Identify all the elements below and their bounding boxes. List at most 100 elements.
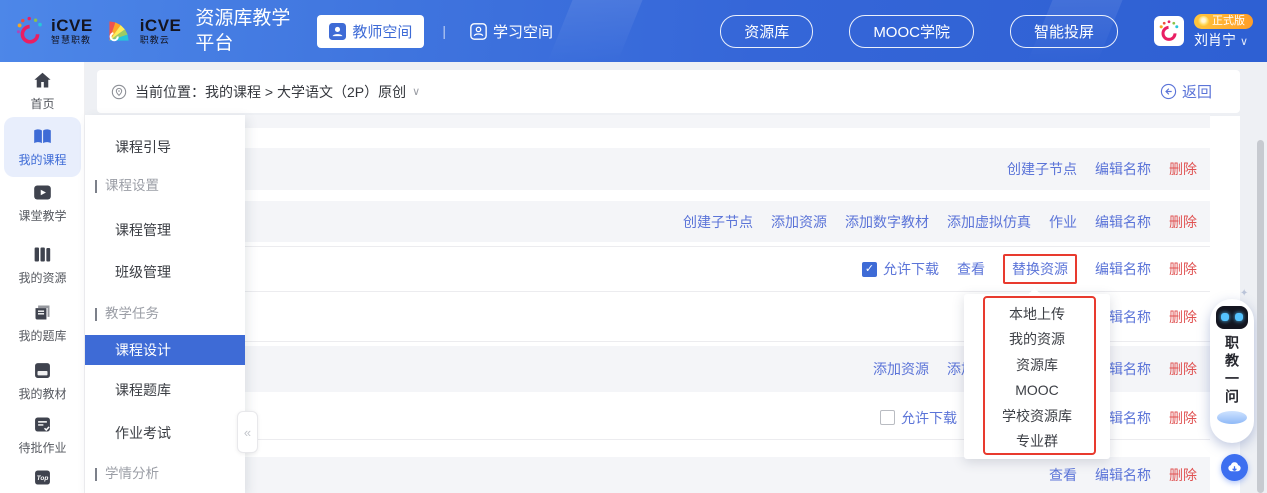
menu-item-课程题库[interactable]: 课程题库: [85, 380, 245, 400]
action-label: 作业: [1049, 212, 1077, 232]
action-link-编辑名称[interactable]: 编辑名称: [1095, 212, 1151, 232]
menu-item-课程引导[interactable]: 课程引导: [85, 137, 245, 157]
action-label: 添加资源: [873, 359, 929, 379]
action-link-添加数字教材[interactable]: 添加数字教材: [845, 212, 929, 232]
sidebar-item-我的资源[interactable]: 我的资源: [0, 244, 85, 286]
secondary-menu: 课程引导课程设置课程管理班级管理教学任务课程设计课程题库作业考试学情分析: [85, 115, 245, 493]
logo-subtitle: 智慧职教: [51, 36, 93, 45]
study-space-button[interactable]: 学习空间: [464, 20, 559, 43]
primary-sidebar: 首页我的课程课堂教学我的资源我的题库我的教材待批作业 Top待批考试: [0, 62, 85, 493]
sidebar-item-课堂教学[interactable]: 课堂教学: [0, 182, 85, 224]
avatar[interactable]: [1154, 16, 1184, 46]
table-row: ✓ 允许下载查看 替换资源 编辑名称删除: [97, 246, 1210, 292]
breadcrumb-path[interactable]: 我的课程 > 大学语文（2P）原创: [205, 82, 406, 102]
checkbox-unchecked[interactable]: [880, 410, 895, 425]
action-link-创建子节点[interactable]: 创建子节点: [683, 212, 753, 232]
action-label: 创建子节点: [683, 212, 753, 232]
textbook-icon: [32, 360, 53, 381]
back-button[interactable]: 返回: [1154, 80, 1218, 103]
action-label: 允许下载: [901, 408, 957, 428]
medal-icon: [1198, 16, 1209, 27]
sidebar-item-首页[interactable]: 首页: [0, 70, 85, 112]
action-link-查看[interactable]: 查看: [957, 259, 985, 279]
dropdown-item-MOOC[interactable]: MOOC: [964, 378, 1110, 404]
download-button[interactable]: [1221, 454, 1248, 481]
menu-section-教学任务: 教学任务: [95, 304, 159, 324]
sidebar-item-label: 待批作业: [18, 439, 66, 456]
dropdown-item-本地上传[interactable]: 本地上传: [964, 301, 1110, 327]
collapse-menu-button[interactable]: «: [237, 411, 258, 453]
header-decoration: [547, 0, 642, 62]
action-label: 允许下载: [883, 259, 939, 279]
action-link-编辑名称[interactable]: 编辑名称: [1095, 465, 1151, 485]
table-row: 创建子节点添加资源添加数字教材添加虚拟仿真作业编辑名称删除: [97, 201, 1210, 242]
row-actions: 创建子节点编辑名称删除: [1007, 148, 1210, 190]
delete-link[interactable]: 删除: [1169, 408, 1197, 428]
user-menu[interactable]: 刘肖宁∨: [1194, 33, 1248, 48]
home-icon: [32, 70, 53, 91]
header-pill-资源库[interactable]: 资源库: [720, 15, 813, 48]
delete-link[interactable]: 删除: [1169, 307, 1197, 327]
section-bar-icon: [95, 180, 97, 193]
svg-text:Top: Top: [37, 475, 49, 482]
checkbox-checked[interactable]: ✓: [862, 262, 877, 277]
shell-logo-icon: [103, 15, 135, 47]
breadcrumb-bar: 当前位置： 我的课程 > 大学语文（2P）原创 ∨ 返回: [97, 70, 1240, 113]
action-link-添加资源[interactable]: 添加资源: [771, 212, 827, 232]
menu-item-作业考试[interactable]: 作业考试: [85, 423, 245, 443]
delete-link[interactable]: 删除: [1169, 259, 1197, 279]
assistant-label: 职教一问: [1222, 335, 1242, 407]
header-pill-MOOC学院[interactable]: MOOC学院: [849, 15, 974, 48]
delete-link[interactable]: 删除: [1169, 359, 1197, 379]
sidebar-item-label: 首页: [30, 95, 54, 112]
menu-item-课程设计[interactable]: 课程设计: [85, 335, 245, 365]
menu-item-课程管理[interactable]: 课程管理: [85, 220, 245, 240]
action-label: 查看: [1049, 465, 1077, 485]
action-link-创建子节点[interactable]: 创建子节点: [1007, 159, 1077, 179]
replace-resource-dropdown: 本地上传我的资源资源库MOOC学校资源库专业群: [964, 294, 1110, 459]
teacher-space-button[interactable]: 教师空间: [317, 15, 424, 48]
sidebar-item-label: 我的题库: [18, 327, 66, 344]
my-courses-icon: [32, 126, 53, 147]
action-link-编辑名称[interactable]: 编辑名称: [1095, 159, 1151, 179]
chevron-down-icon[interactable]: ∨: [412, 85, 420, 98]
action-link-查看[interactable]: 查看: [1049, 465, 1077, 485]
sidebar-item-我的教材[interactable]: 我的教材: [0, 360, 85, 402]
sidebar-item-我的课程[interactable]: 我的课程: [0, 126, 85, 168]
dropdown-item-学校资源库[interactable]: 学校资源库: [964, 403, 1110, 429]
dropdown-item-资源库[interactable]: 资源库: [964, 352, 1110, 378]
action-label: 删除: [1169, 359, 1197, 379]
action-link-允许下载[interactable]: 允许下载: [880, 408, 957, 428]
action-link-允许下载[interactable]: ✓ 允许下载: [862, 259, 939, 279]
action-link-替换资源[interactable]: 替换资源: [1003, 254, 1077, 284]
table-row: 查看编辑名称删除: [97, 457, 1210, 493]
scrollbar[interactable]: [1257, 140, 1264, 493]
delete-link[interactable]: 删除: [1169, 465, 1197, 485]
header-pill-智能投屏[interactable]: 智能投屏: [1010, 15, 1118, 48]
sidebar-item-待批考试[interactable]: Top待批考试: [0, 467, 85, 493]
table-row: 创建子节点编辑名称删除: [97, 148, 1210, 190]
action-link-作业[interactable]: 作业: [1049, 212, 1077, 232]
sidebar-item-我的题库[interactable]: 我的题库: [0, 302, 85, 344]
delete-link[interactable]: 删除: [1169, 212, 1197, 232]
delete-link[interactable]: 删除: [1169, 159, 1197, 179]
version-badge: 正式版: [1194, 14, 1253, 29]
dropdown-item-专业群[interactable]: 专业群: [964, 429, 1110, 455]
action-link-添加虚拟仿真[interactable]: 添加虚拟仿真: [947, 212, 1031, 232]
dropdown-item-我的资源[interactable]: 我的资源: [964, 327, 1110, 353]
assistant-widget[interactable]: 职教一问: [1210, 299, 1254, 443]
sidebar-item-label: 我的资源: [18, 269, 66, 286]
my-resources-icon: [32, 244, 53, 265]
action-link-编辑名称[interactable]: 编辑名称: [1095, 259, 1151, 279]
menu-item-班级管理[interactable]: 班级管理: [85, 262, 245, 282]
cloud-icon: [1217, 411, 1247, 424]
menu-section-label: 课程设置: [105, 176, 159, 196]
section-bar-icon: [95, 468, 97, 481]
action-label: 创建子节点: [1007, 159, 1077, 179]
action-link-添加资源[interactable]: 添加资源: [873, 359, 929, 379]
menu-section-学情分析: 学情分析: [95, 464, 159, 484]
sidebar-item-待批作业[interactable]: 待批作业: [0, 414, 85, 456]
action-label: 替换资源: [1012, 259, 1068, 279]
username: 刘肖宁: [1194, 32, 1236, 48]
pending-homework-icon: [32, 414, 53, 435]
